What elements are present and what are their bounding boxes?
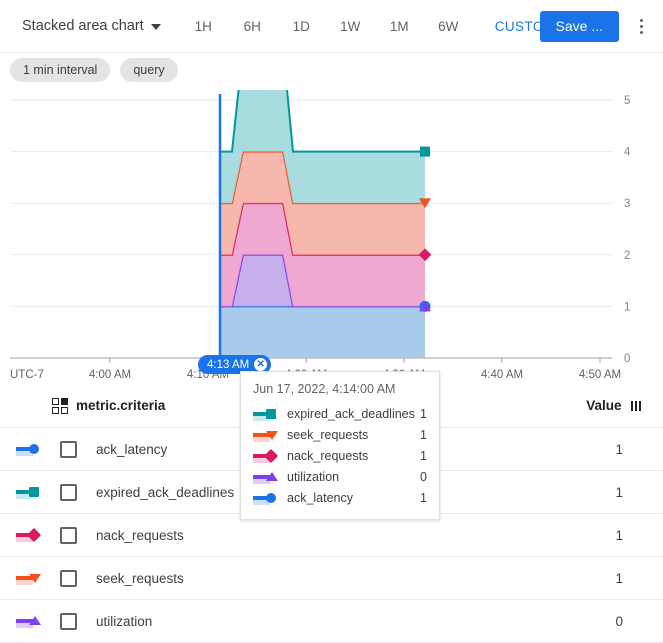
area-ack_latency — [220, 306, 425, 358]
row-value: 1 — [615, 485, 623, 500]
row-value: 1 — [615, 571, 623, 586]
tooltip-series-name: utilization — [287, 470, 413, 484]
row-checkbox[interactable] — [60, 484, 77, 501]
series-swatch — [16, 571, 42, 585]
chevron-down-icon — [151, 24, 161, 30]
tooltip-series-value: 1 — [415, 407, 427, 421]
row-checkbox[interactable] — [60, 570, 77, 587]
column-chart-icon — [631, 401, 642, 411]
tooltip-row: utilization0 — [253, 466, 427, 487]
y-axis-tick: 4 — [624, 147, 631, 159]
row-value: 0 — [615, 614, 623, 629]
y-axis-tick: 3 — [624, 198, 630, 210]
close-icon[interactable]: ✕ — [254, 358, 267, 371]
range-1w[interactable]: 1W — [326, 11, 375, 42]
y-axis-tick: 1 — [624, 301, 630, 313]
y-axis-tick: 0 — [624, 353, 630, 365]
time-cursor-label: 4:13 AM — [207, 359, 249, 371]
range-1d[interactable]: 1D — [277, 11, 326, 42]
more-options-icon[interactable] — [631, 14, 651, 38]
row-metric-name: expired_ack_deadlines — [96, 485, 234, 500]
tooltip-row: seek_requests1 — [253, 424, 427, 445]
tooltip-row: nack_requests1 — [253, 445, 427, 466]
series-swatch — [16, 485, 42, 499]
x-axis-tick: 4:50 AM — [579, 369, 621, 380]
tooltip-timestamp: Jun 17, 2022, 4:14:00 AM — [253, 382, 427, 396]
row-value: 1 — [615, 528, 623, 543]
column-header-value[interactable]: Value — [586, 398, 641, 413]
tooltip-row: expired_ack_deadlines1 — [253, 403, 427, 424]
series-swatch — [253, 407, 279, 421]
chart-type-label: Stacked area chart — [22, 18, 144, 34]
tooltip-series-value: 0 — [413, 470, 427, 484]
grid-checkbox-icon — [52, 398, 68, 414]
table-row[interactable]: seek_requests 1 — [0, 557, 663, 600]
table-row[interactable]: utilization 0 — [0, 600, 663, 643]
row-metric-name: ack_latency — [96, 442, 167, 457]
chart-svg: 0123454:00 AM4:10 AM4:20 AM4:30 AM4:40 A… — [0, 90, 663, 380]
y-axis-tick: 5 — [624, 95, 630, 107]
tooltip-rows: expired_ack_deadlines1seek_requests1nack… — [253, 403, 427, 508]
row-checkbox[interactable] — [60, 527, 77, 544]
tooltip-series-value: 1 — [413, 428, 427, 442]
range-6w[interactable]: 6W — [424, 11, 473, 42]
tooltip-row: ack_latency1 — [253, 487, 427, 508]
table-row[interactable]: nack_requests 1 — [0, 514, 663, 557]
timezone-label: UTC-7 — [10, 369, 44, 380]
column-header-metric-label: metric.criteria — [76, 398, 165, 413]
chart-tooltip: Jun 17, 2022, 4:14:00 AM expired_ack_dea… — [240, 371, 440, 520]
chip-query[interactable]: query — [120, 58, 177, 82]
tooltip-series-value: 1 — [413, 491, 427, 505]
series-swatch — [253, 449, 279, 463]
row-metric-name: utilization — [96, 614, 152, 629]
time-range-buttons: 1H 6H 1D 1W 1M 6W CUSTOM — [179, 11, 570, 42]
tooltip-series-value: 1 — [413, 449, 427, 463]
series-swatch — [253, 470, 279, 484]
series-swatch — [16, 614, 42, 628]
range-6h[interactable]: 6H — [228, 11, 277, 42]
chart-type-dropdown[interactable]: Stacked area chart — [22, 18, 161, 34]
y-axis-tick: 2 — [624, 250, 630, 262]
series-swatch — [16, 442, 42, 456]
chart-page: Stacked area chart 1H 6H 1D 1W 1M 6W CUS… — [0, 0, 663, 641]
row-metric-name: nack_requests — [96, 528, 184, 543]
tooltip-series-name: nack_requests — [287, 449, 413, 463]
range-1m[interactable]: 1M — [375, 11, 424, 42]
chip-interval[interactable]: 1 min interval — [10, 58, 110, 82]
range-1h[interactable]: 1H — [179, 11, 228, 42]
series-swatch — [16, 528, 42, 542]
column-header-metric[interactable]: metric.criteria — [52, 398, 165, 414]
x-axis-tick: 4:00 AM — [89, 369, 131, 380]
row-checkbox[interactable] — [60, 441, 77, 458]
end-marker-expired_ack_deadlines — [420, 147, 430, 157]
series-swatch — [253, 491, 279, 505]
tooltip-series-name: expired_ack_deadlines — [287, 407, 415, 421]
save-button[interactable]: Save ... — [540, 11, 619, 42]
tooltip-series-name: ack_latency — [287, 491, 413, 505]
filter-chips: 1 min interval query — [0, 58, 178, 82]
series-swatch — [253, 428, 279, 442]
tooltip-series-name: seek_requests — [287, 428, 413, 442]
row-metric-name: seek_requests — [96, 571, 184, 586]
row-checkbox[interactable] — [60, 613, 77, 630]
column-header-value-label: Value — [586, 398, 621, 413]
x-axis-tick: 4:40 AM — [481, 369, 523, 380]
row-value: 1 — [615, 442, 623, 457]
toolbar: Stacked area chart 1H 6H 1D 1W 1M 6W CUS… — [0, 0, 663, 53]
stacked-area-chart[interactable]: 0123454:00 AM4:10 AM4:20 AM4:30 AM4:40 A… — [0, 90, 663, 380]
